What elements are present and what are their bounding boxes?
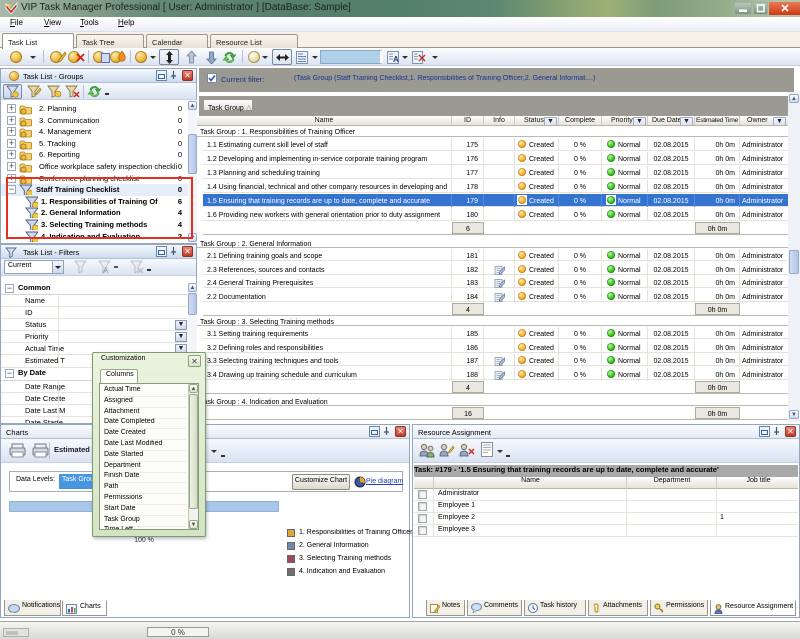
svg-text:A: A — [103, 266, 109, 274]
svg-text:A: A — [393, 55, 399, 64]
